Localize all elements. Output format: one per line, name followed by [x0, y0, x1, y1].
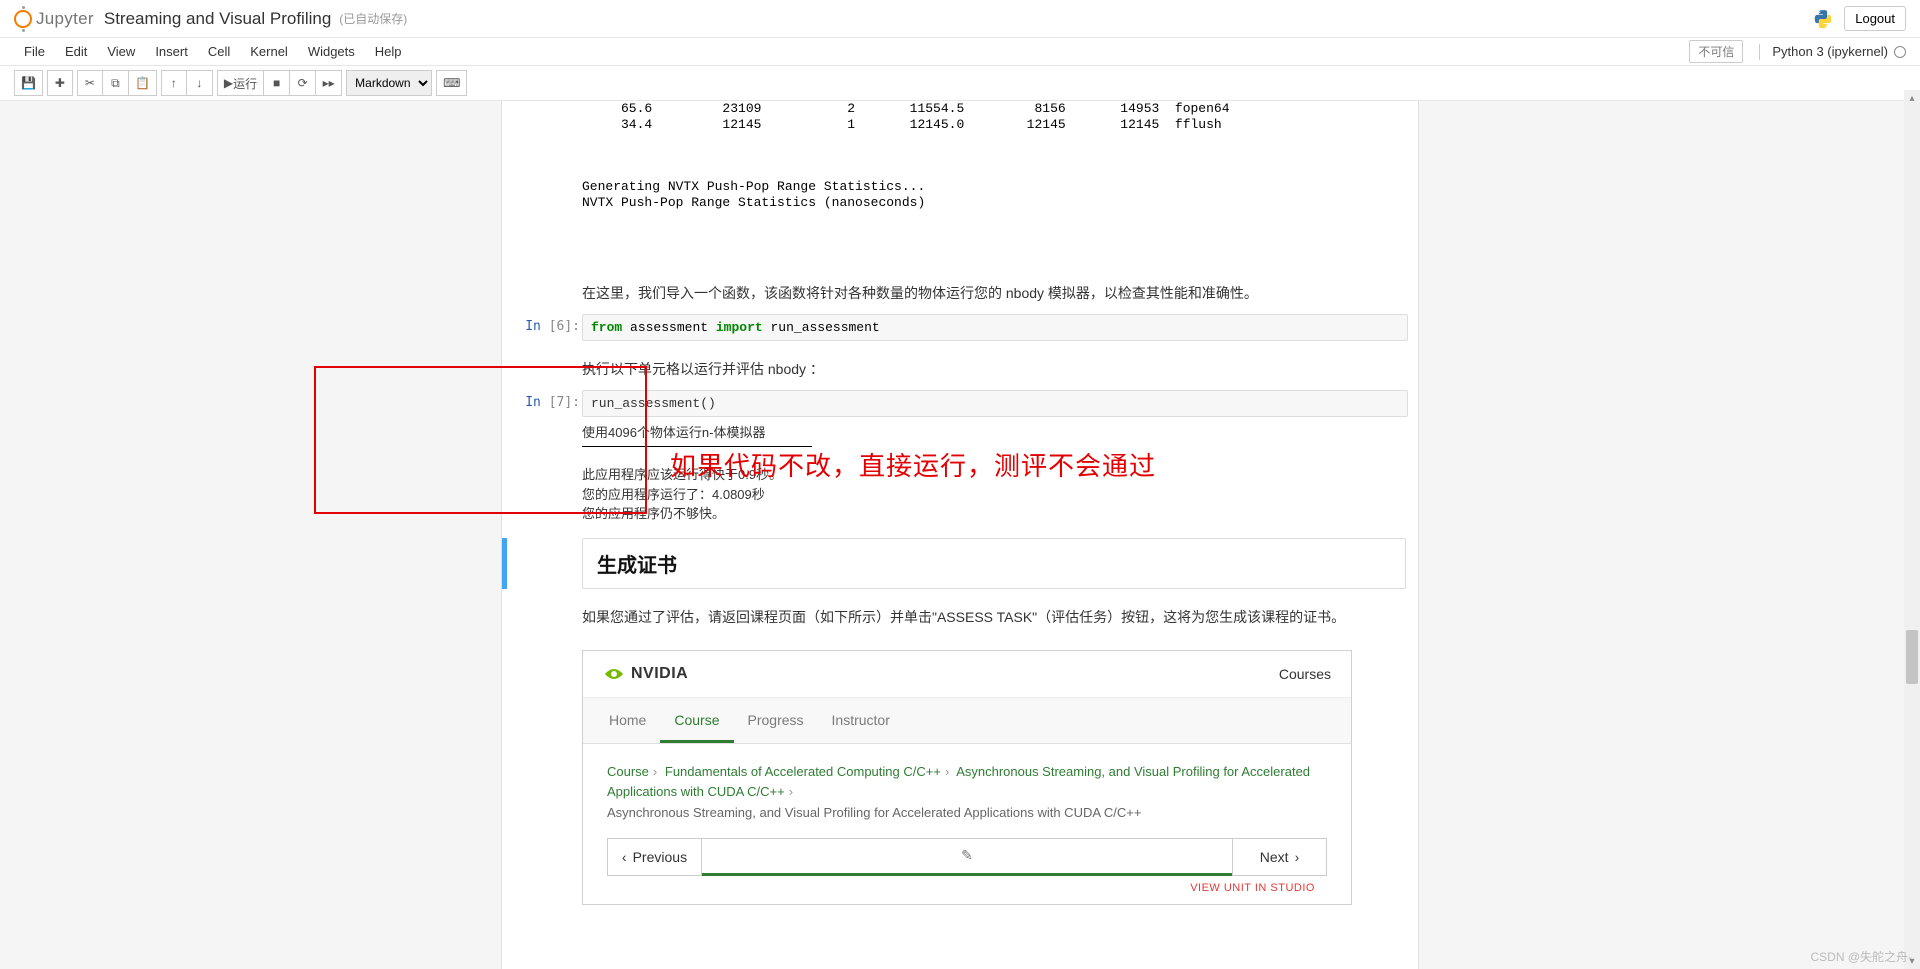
- restart-run-all-button[interactable]: ▸▸: [316, 70, 342, 96]
- code-cell-6[interactable]: In [6]: from assessment import run_asses…: [502, 314, 1418, 341]
- watermark: CSDN @失舵之舟-: [1810, 948, 1912, 965]
- toolbar: 💾 ✚ ✂ ⧉ 📋 ↑ ↓ ▶ 运行 ■ ⟳ ▸▸ Markdown ⌨: [0, 66, 1920, 101]
- scrollbar[interactable]: ▴ ▾: [1904, 90, 1920, 969]
- scroll-up-icon[interactable]: ▴: [1904, 90, 1920, 106]
- menu-cell[interactable]: Cell: [198, 38, 240, 65]
- menu-bar: File Edit View Insert Cell Kernel Widget…: [0, 38, 1920, 66]
- add-cell-button[interactable]: ✚: [47, 70, 73, 96]
- move-up-button[interactable]: ↑: [161, 70, 187, 96]
- paste-button[interactable]: 📋: [129, 70, 157, 96]
- menu-file[interactable]: File: [14, 38, 55, 65]
- interrupt-button[interactable]: ■: [264, 70, 290, 96]
- tab-course[interactable]: Course: [660, 698, 733, 743]
- jupyter-logo-icon: [14, 10, 32, 28]
- notebook-title[interactable]: Streaming and Visual Profiling: [104, 9, 331, 29]
- chevron-left-icon: ‹: [622, 849, 627, 865]
- cell-type-select[interactable]: Markdown: [346, 70, 432, 96]
- previous-button[interactable]: ‹Previous: [608, 839, 702, 875]
- section-heading: 生成证书: [597, 549, 1391, 578]
- markdown-heading-cell[interactable]: 生成证书: [502, 538, 1418, 589]
- embedded-image: NVIDIA Courses Home Course Progress Inst…: [582, 650, 1352, 905]
- jupyter-logo[interactable]: Jupyter: [14, 9, 94, 29]
- menu-kernel[interactable]: Kernel: [240, 38, 298, 65]
- jupyter-logo-text: Jupyter: [36, 9, 94, 29]
- unit-tab[interactable]: ✎: [702, 839, 1232, 876]
- input-prompt: In [6]:: [502, 319, 580, 334]
- tab-home[interactable]: Home: [595, 698, 660, 743]
- save-button[interactable]: 💾: [14, 70, 43, 96]
- nvidia-logo-icon: [603, 667, 625, 681]
- trust-status[interactable]: 不可信: [1689, 40, 1743, 63]
- code-input[interactable]: run_assessment(): [582, 390, 1408, 417]
- notebook-header: Jupyter Streaming and Visual Profiling (…: [0, 0, 1920, 38]
- menu-view[interactable]: View: [97, 38, 145, 65]
- chevron-right-icon: ›: [1295, 849, 1300, 865]
- annotation-text: 如果代码不改，直接运行，测评不会通过: [670, 446, 1156, 483]
- cut-button[interactable]: ✂: [77, 70, 103, 96]
- restart-button[interactable]: ⟳: [290, 70, 316, 96]
- run-button[interactable]: ▶ 运行: [217, 70, 264, 96]
- code-input[interactable]: from assessment import run_assessment: [582, 314, 1408, 341]
- view-unit-link[interactable]: VIEW UNIT IN STUDIO: [607, 876, 1327, 894]
- kernel-name: Python 3 (ipykernel): [1772, 44, 1888, 59]
- python-logo-icon: [1812, 8, 1834, 30]
- output-text: 65.6 23109 2 11554.5 8156 14953 fopen64 …: [502, 101, 1418, 273]
- markdown-cell[interactable]: 执行以下单元格以运行并评估 nbody ：: [502, 341, 1418, 390]
- kernel-indicator[interactable]: Python 3 (ipykernel): [1759, 44, 1906, 60]
- tab-progress[interactable]: Progress: [734, 698, 818, 743]
- menu-help[interactable]: Help: [365, 38, 412, 65]
- menu-insert[interactable]: Insert: [145, 38, 198, 65]
- logout-button[interactable]: Logout: [1844, 6, 1906, 31]
- kernel-status-icon: [1894, 46, 1906, 58]
- courses-link[interactable]: Courses: [1279, 666, 1331, 682]
- tab-instructor[interactable]: Instructor: [818, 698, 904, 743]
- scrollbar-thumb[interactable]: [1906, 630, 1918, 684]
- menu-widgets[interactable]: Widgets: [298, 38, 365, 65]
- notebook-container[interactable]: 65.6 23109 2 11554.5 8156 14953 fopen64 …: [0, 101, 1920, 969]
- autosave-status: (已自动保存): [339, 10, 407, 27]
- menu-edit[interactable]: Edit: [55, 38, 97, 65]
- input-prompt: In [7]:: [502, 395, 580, 410]
- move-down-button[interactable]: ↓: [187, 70, 213, 96]
- markdown-cell[interactable]: 如果您通过了评估，请返回课程页面（如下所示）并单击"ASSESS TASK"（评…: [502, 589, 1418, 638]
- nvidia-brand: NVIDIA: [631, 665, 688, 683]
- breadcrumb: Course› Fundamentals of Accelerated Comp…: [607, 762, 1327, 824]
- copy-button[interactable]: ⧉: [103, 70, 129, 96]
- markdown-cell[interactable]: 在这里，我们导入一个函数，该函数将针对各种数量的物体运行您的 nbody 模拟器…: [502, 273, 1418, 314]
- edit-icon: ✎: [961, 847, 973, 864]
- command-palette-button[interactable]: ⌨: [436, 70, 467, 96]
- next-button[interactable]: Next›: [1232, 839, 1326, 875]
